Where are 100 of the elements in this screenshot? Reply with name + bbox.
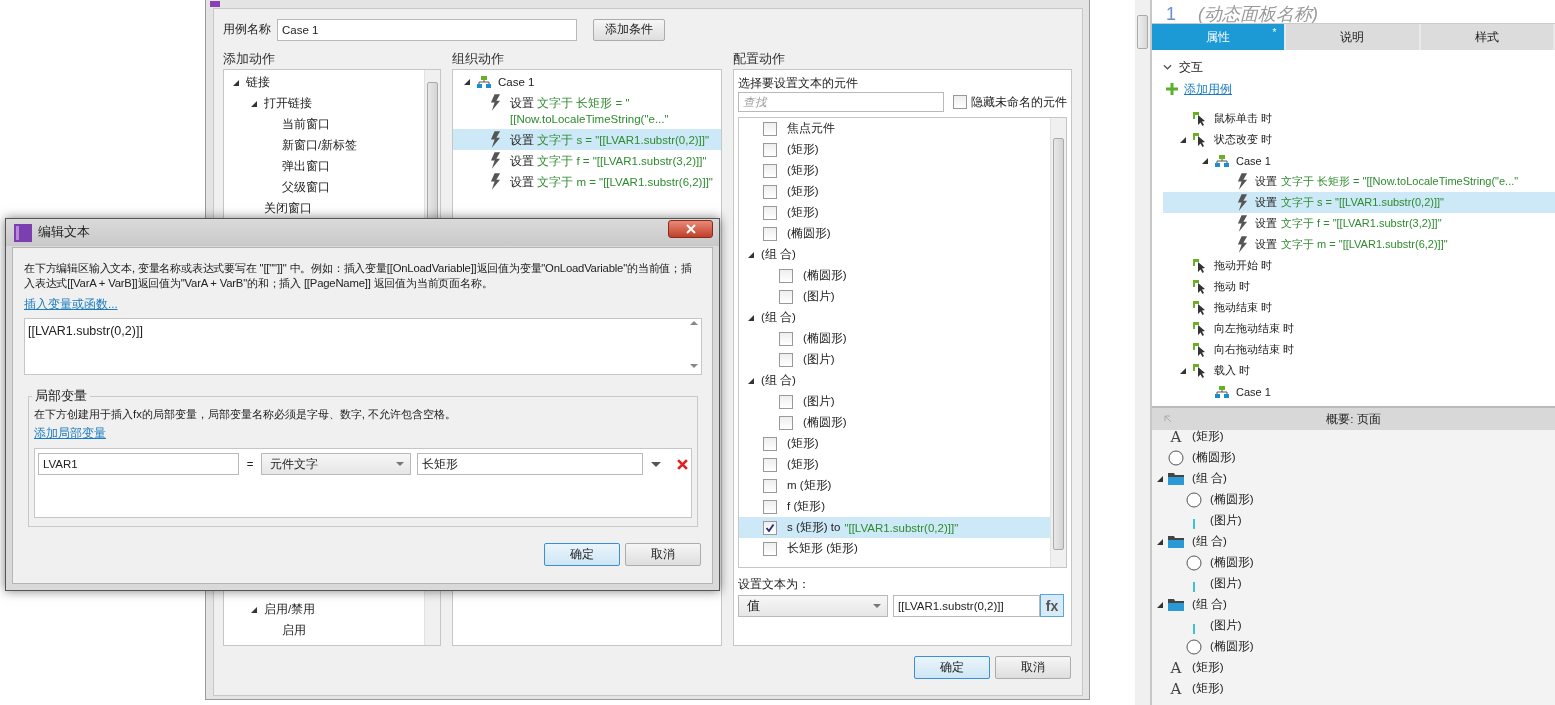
outline-item[interactable]: (组 合) [1192, 597, 1227, 612]
widget-row[interactable]: (矩形) [739, 181, 1050, 202]
event-row[interactable]: 向右拖动结束 时 [1163, 339, 1555, 360]
target-widget-field[interactable]: 长矩形 [417, 453, 643, 475]
value-field[interactable]: [[LVAR1.substr(0,2)]] [893, 594, 1040, 617]
widget-row[interactable]: (椭圆形) [739, 328, 1050, 349]
action-row[interactable]: 设置 文字于 f = "[[LVAR1.substr(3,2)]]" [453, 150, 721, 171]
checkbox[interactable] [779, 331, 793, 346]
widget-group-row[interactable]: (组 合) [739, 244, 1050, 265]
event-row[interactable]: 鼠标单击 时 [1163, 108, 1555, 129]
search-field[interactable]: 查找 [738, 92, 944, 112]
event-row[interactable]: 状态改变 时 [1163, 129, 1555, 150]
outline-item[interactable]: (矩形) [1192, 429, 1224, 444]
insert-variable-link[interactable]: 插入变量或函数... [24, 298, 118, 310]
action-row[interactable]: 设置 文字于 m = "[[LVAR1.substr(6,2)]]" [1163, 234, 1555, 255]
widget-row[interactable]: (椭圆形) [739, 412, 1050, 433]
case-row[interactable]: Case 1 [1163, 150, 1555, 171]
outline-item[interactable]: (椭圆形) [1192, 450, 1236, 465]
checkbox[interactable] [779, 289, 793, 304]
widget-row[interactable]: s (矩形) to "[[LVAR1.substr(0,2)]]" [739, 517, 1050, 538]
checkbox[interactable] [779, 352, 793, 367]
widget-row[interactable]: (矩形) [739, 202, 1050, 223]
expand-triangle-icon[interactable] [747, 250, 755, 259]
checkbox[interactable] [763, 142, 777, 157]
expand-triangle-icon[interactable] [250, 605, 258, 614]
widget-group-row[interactable]: (组 合) [739, 307, 1050, 328]
tab[interactable]: 样式 [1420, 24, 1555, 50]
collapse-arrow-icon[interactable] [1164, 415, 1172, 423]
widget-row[interactable]: (图片) [739, 286, 1050, 307]
checkbox[interactable] [763, 436, 777, 451]
tree-item[interactable]: 关闭窗口 [264, 201, 312, 216]
tree-item[interactable]: 启用 [282, 623, 306, 638]
case-row[interactable]: Case 1 [1163, 381, 1555, 402]
expand-triangle-icon[interactable] [232, 78, 240, 87]
outline-item[interactable]: (组 合) [1192, 534, 1227, 549]
dropdown-arrow-icon[interactable] [651, 461, 661, 467]
widget-row[interactable]: (矩形) [739, 433, 1050, 454]
event-row[interactable]: 拖动结束 时 [1163, 297, 1555, 318]
checkbox[interactable] [763, 205, 777, 220]
expand-triangle-icon[interactable] [463, 77, 471, 86]
widget-row[interactable]: 长矩形 (矩形) [739, 538, 1050, 559]
checkbox[interactable] [779, 415, 793, 430]
outline-item[interactable]: (组 合) [1192, 471, 1227, 486]
expand-triangle-icon[interactable] [1156, 537, 1164, 546]
checkbox[interactable] [763, 226, 777, 241]
outline-item[interactable]: (矩形) [1192, 681, 1224, 696]
value-type-dropdown[interactable]: 值 [738, 594, 888, 617]
fx-button[interactable]: fx [1040, 594, 1064, 617]
widget-row[interactable]: (矩形) [739, 139, 1050, 160]
tree-item[interactable]: 链接 [246, 75, 270, 90]
checkbox[interactable] [763, 520, 777, 535]
widget-row[interactable]: m (矩形) [739, 475, 1050, 496]
variable-name-field[interactable]: LVAR1 [38, 453, 239, 475]
action-row[interactable]: 设置 文字于 s = "[[LVAR1.substr(0,2)]]" [453, 129, 721, 150]
add-case-link[interactable]: 添加用例 [1184, 80, 1232, 98]
outline-item[interactable]: (矩形) [1192, 660, 1224, 675]
widget-row[interactable]: (矩形) [739, 160, 1050, 181]
action-row[interactable]: 设置 文字于 m = "[[LVAR1.substr(6,2)]]" [453, 171, 721, 192]
scrollbar[interactable] [1050, 118, 1066, 567]
checkbox[interactable] [763, 457, 777, 472]
scrollbar[interactable] [1135, 0, 1152, 705]
action-row[interactable]: 设置 文字于 s = "[[LVAR1.substr(0,2)]]" [1163, 192, 1555, 213]
event-row[interactable]: 载入 时 [1163, 360, 1555, 381]
action-row[interactable]: 设置 文字于 长矩形 = "[[Now.toLocaleTimeString("e..." [1163, 171, 1555, 192]
widget-row[interactable]: (图片) [739, 391, 1050, 412]
expand-triangle-icon[interactable] [1201, 156, 1209, 165]
ok-button[interactable]: 确定 [914, 656, 990, 679]
expand-triangle-icon[interactable] [1179, 366, 1187, 375]
expand-triangle-icon[interactable] [1179, 135, 1187, 144]
outline-item[interactable]: (图片) [1210, 513, 1242, 528]
close-button[interactable] [668, 220, 713, 238]
tree-item[interactable]: 当前窗口 [282, 117, 330, 132]
tree-item[interactable]: 父级窗口 [282, 180, 330, 195]
expand-triangle-icon[interactable] [747, 376, 755, 385]
chevron-icon[interactable] [1163, 64, 1172, 70]
plus-icon[interactable] [1166, 83, 1178, 95]
checkbox[interactable] [763, 541, 777, 556]
action-row[interactable]: 设置 文字于 f = "[[LVAR1.substr(3,2)]]" [1163, 213, 1555, 234]
checkbox[interactable] [763, 478, 777, 493]
expand-triangle-icon[interactable] [747, 313, 755, 322]
event-row[interactable]: 拖动开始 时 [1163, 255, 1555, 276]
case-name-field[interactable]: Case 1 [277, 18, 577, 41]
tree-item[interactable]: 新窗口/新标签 [282, 138, 358, 153]
case-label[interactable]: Case 1 [498, 75, 535, 88]
event-row[interactable]: 向左拖动结束 时 [1163, 318, 1555, 339]
outline-item[interactable]: (图片) [1210, 618, 1242, 633]
checkbox[interactable] [763, 121, 777, 136]
tree-item[interactable]: 启用/禁用 [264, 602, 316, 617]
outline-item[interactable]: (椭圆形) [1210, 492, 1254, 507]
add-condition-button[interactable]: 添加条件 [593, 18, 665, 41]
tree-item[interactable]: 打开链接 [264, 96, 312, 111]
outline-item[interactable]: (椭圆形) [1210, 639, 1254, 654]
outline-item[interactable]: (图片) [1210, 576, 1242, 591]
scroll-up-icon[interactable] [689, 321, 698, 325]
ok-button[interactable]: 确定 [544, 543, 620, 566]
expand-triangle-icon[interactable] [1156, 474, 1164, 483]
widget-row[interactable]: (椭圆形) [739, 265, 1050, 286]
checkbox[interactable] [763, 184, 777, 199]
widget-group-row[interactable]: (组 合) [739, 370, 1050, 391]
widget-row[interactable]: 焦点元件 [739, 118, 1050, 139]
